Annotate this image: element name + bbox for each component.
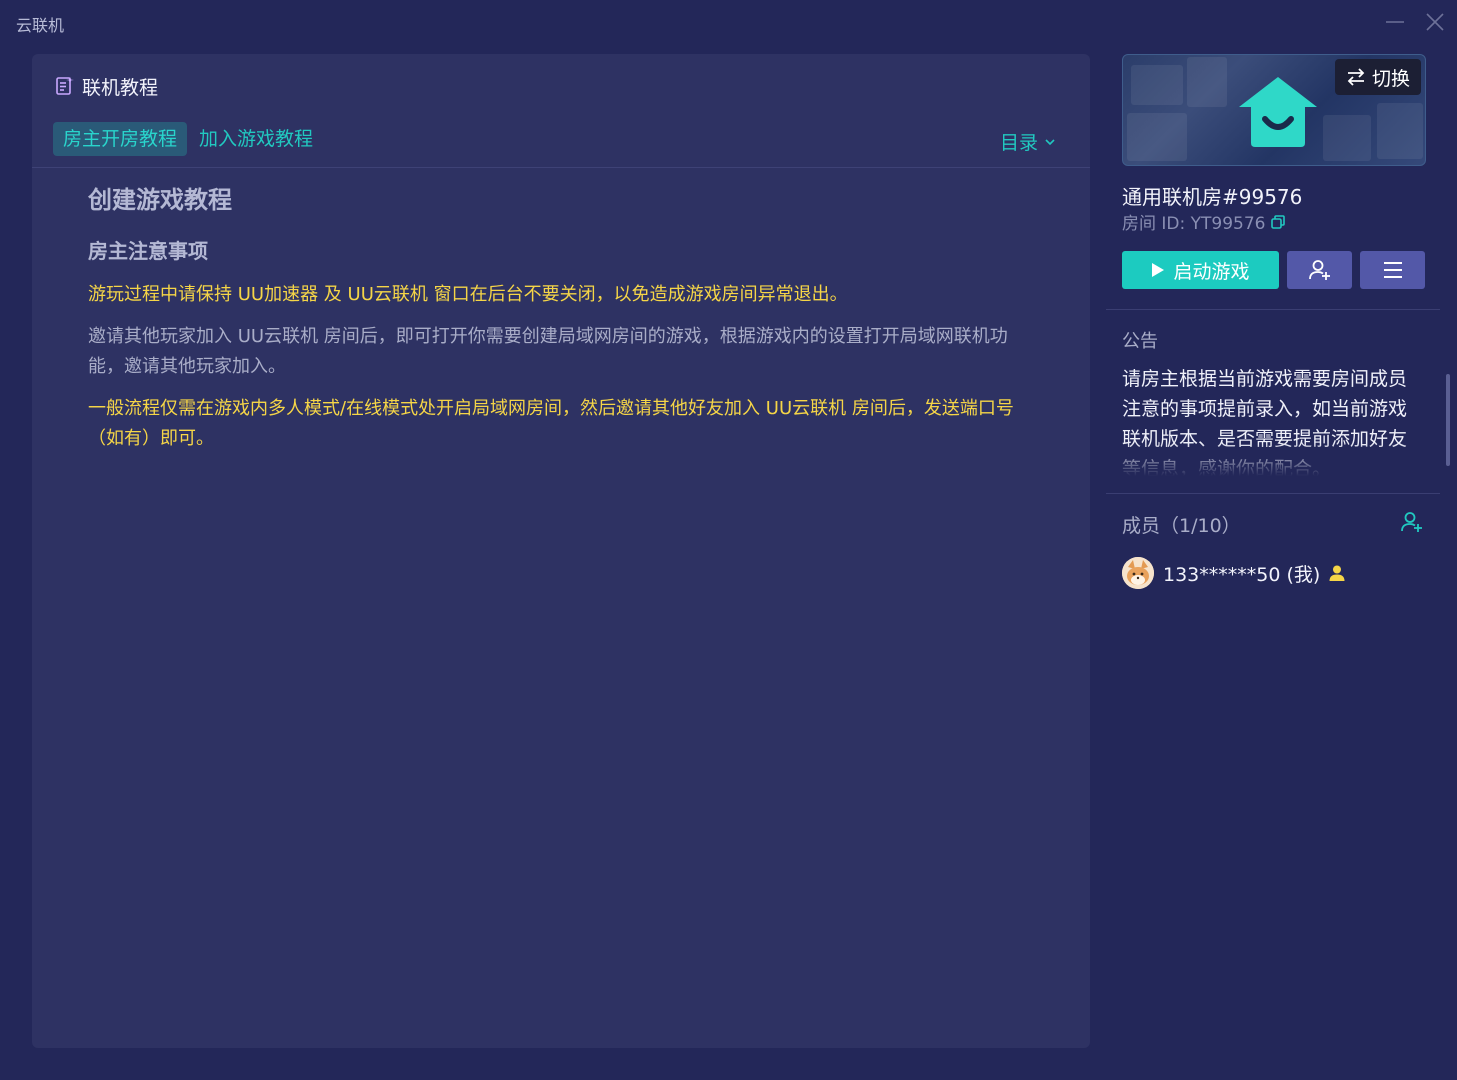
- member-list-item[interactable]: 133******50 (我): [1122, 556, 1346, 590]
- tutorial-paragraph: 游玩过程中请保持 UU加速器 及 UU云联机 窗口在后台不要关闭，以免造成游戏房…: [88, 284, 848, 305]
- tutorial-tabs: 房主开房教程 加入游戏教程: [53, 122, 325, 156]
- room-banner: 切换: [1122, 54, 1426, 166]
- tutorial-paragraph: 一般流程仅需在游戏内多人模式/在线模式处开启局域网房间，然后邀请其他好友加入 U…: [88, 398, 1014, 449]
- room-name: 通用联机房#99576: [1122, 185, 1303, 209]
- tutorial-subheading: 房主注意事项: [88, 239, 208, 263]
- home-logo-icon: [1239, 77, 1317, 147]
- game-cover-tile: [1323, 115, 1371, 161]
- host-user-icon: [1329, 565, 1345, 581]
- tutorial-content: 创建游戏教程 房主注意事项 游玩过程中请保持 UU加速器 及 UU云联机 窗口在…: [88, 180, 1038, 466]
- toc-dropdown[interactable]: 目录: [1000, 128, 1056, 155]
- game-cover-tile: [1131, 65, 1183, 105]
- start-game-label: 启动游戏: [1173, 260, 1250, 283]
- game-cover-tile: [1127, 113, 1187, 161]
- menu-button[interactable]: [1360, 251, 1425, 289]
- copy-icon[interactable]: [1270, 214, 1286, 230]
- tutorial-title: 联机教程: [82, 76, 159, 99]
- avatar: [1122, 557, 1154, 589]
- window-title: 云联机: [16, 16, 65, 35]
- game-cover-tile: [1377, 103, 1423, 159]
- tutorial-header: 联机教程: [54, 74, 159, 99]
- fox-avatar-icon: [1122, 557, 1154, 589]
- divider: [1106, 493, 1440, 494]
- scrollbar[interactable]: [1446, 374, 1450, 466]
- title-bar: 云联机: [0, 0, 1457, 44]
- invite-member-button[interactable]: [1287, 251, 1352, 289]
- start-game-button[interactable]: 启动游戏: [1122, 251, 1279, 289]
- swap-arrows-icon: [1347, 68, 1365, 86]
- hamburger-menu-icon: [1383, 262, 1402, 278]
- add-user-icon: [1401, 512, 1422, 532]
- tutorial-panel: 联机教程 房主开房教程 加入游戏教程 目录 创建游戏教程 房主注意事项 游玩过程…: [32, 54, 1090, 1048]
- notice-title: 公告: [1122, 331, 1158, 352]
- close-icon: [1426, 13, 1444, 31]
- divider: [1106, 309, 1440, 310]
- notice-body: 请房主根据当前游戏需要房间成员注意的事项提前录入，如当前游戏联机版本、是否需要提…: [1122, 368, 1408, 476]
- tab-join-tutorial[interactable]: 加入游戏教程: [189, 122, 323, 156]
- switch-label: 切换: [1371, 67, 1410, 90]
- tutorial-heading: 创建游戏教程: [88, 186, 232, 214]
- add-user-icon: [1308, 260, 1330, 280]
- switch-room-button[interactable]: 切换: [1335, 59, 1421, 95]
- toc-label: 目录: [999, 132, 1038, 154]
- close-button[interactable]: [1423, 10, 1447, 34]
- add-member-button[interactable]: [1400, 511, 1424, 537]
- minimize-icon: [1386, 21, 1404, 23]
- room-id-label: 房间 ID: YT99576: [1122, 214, 1266, 234]
- tab-host-tutorial[interactable]: 房主开房教程: [53, 122, 188, 156]
- members-title: 成员（1/10）: [1122, 515, 1241, 537]
- game-cover-tile: [1187, 57, 1227, 107]
- member-name: 133******50 (我): [1163, 563, 1321, 586]
- document-edit-icon: [56, 77, 74, 95]
- minimize-button[interactable]: [1383, 10, 1407, 34]
- chevron-down-icon: [1045, 138, 1055, 145]
- tutorial-paragraph: 邀请其他玩家加入 UU云联机 房间后，即可打开你需要创建局域网房间的游戏，根据游…: [88, 326, 1008, 377]
- divider: [32, 167, 1090, 168]
- room-id: 房间 ID: YT99576: [1122, 209, 1286, 234]
- play-icon: [1152, 263, 1165, 277]
